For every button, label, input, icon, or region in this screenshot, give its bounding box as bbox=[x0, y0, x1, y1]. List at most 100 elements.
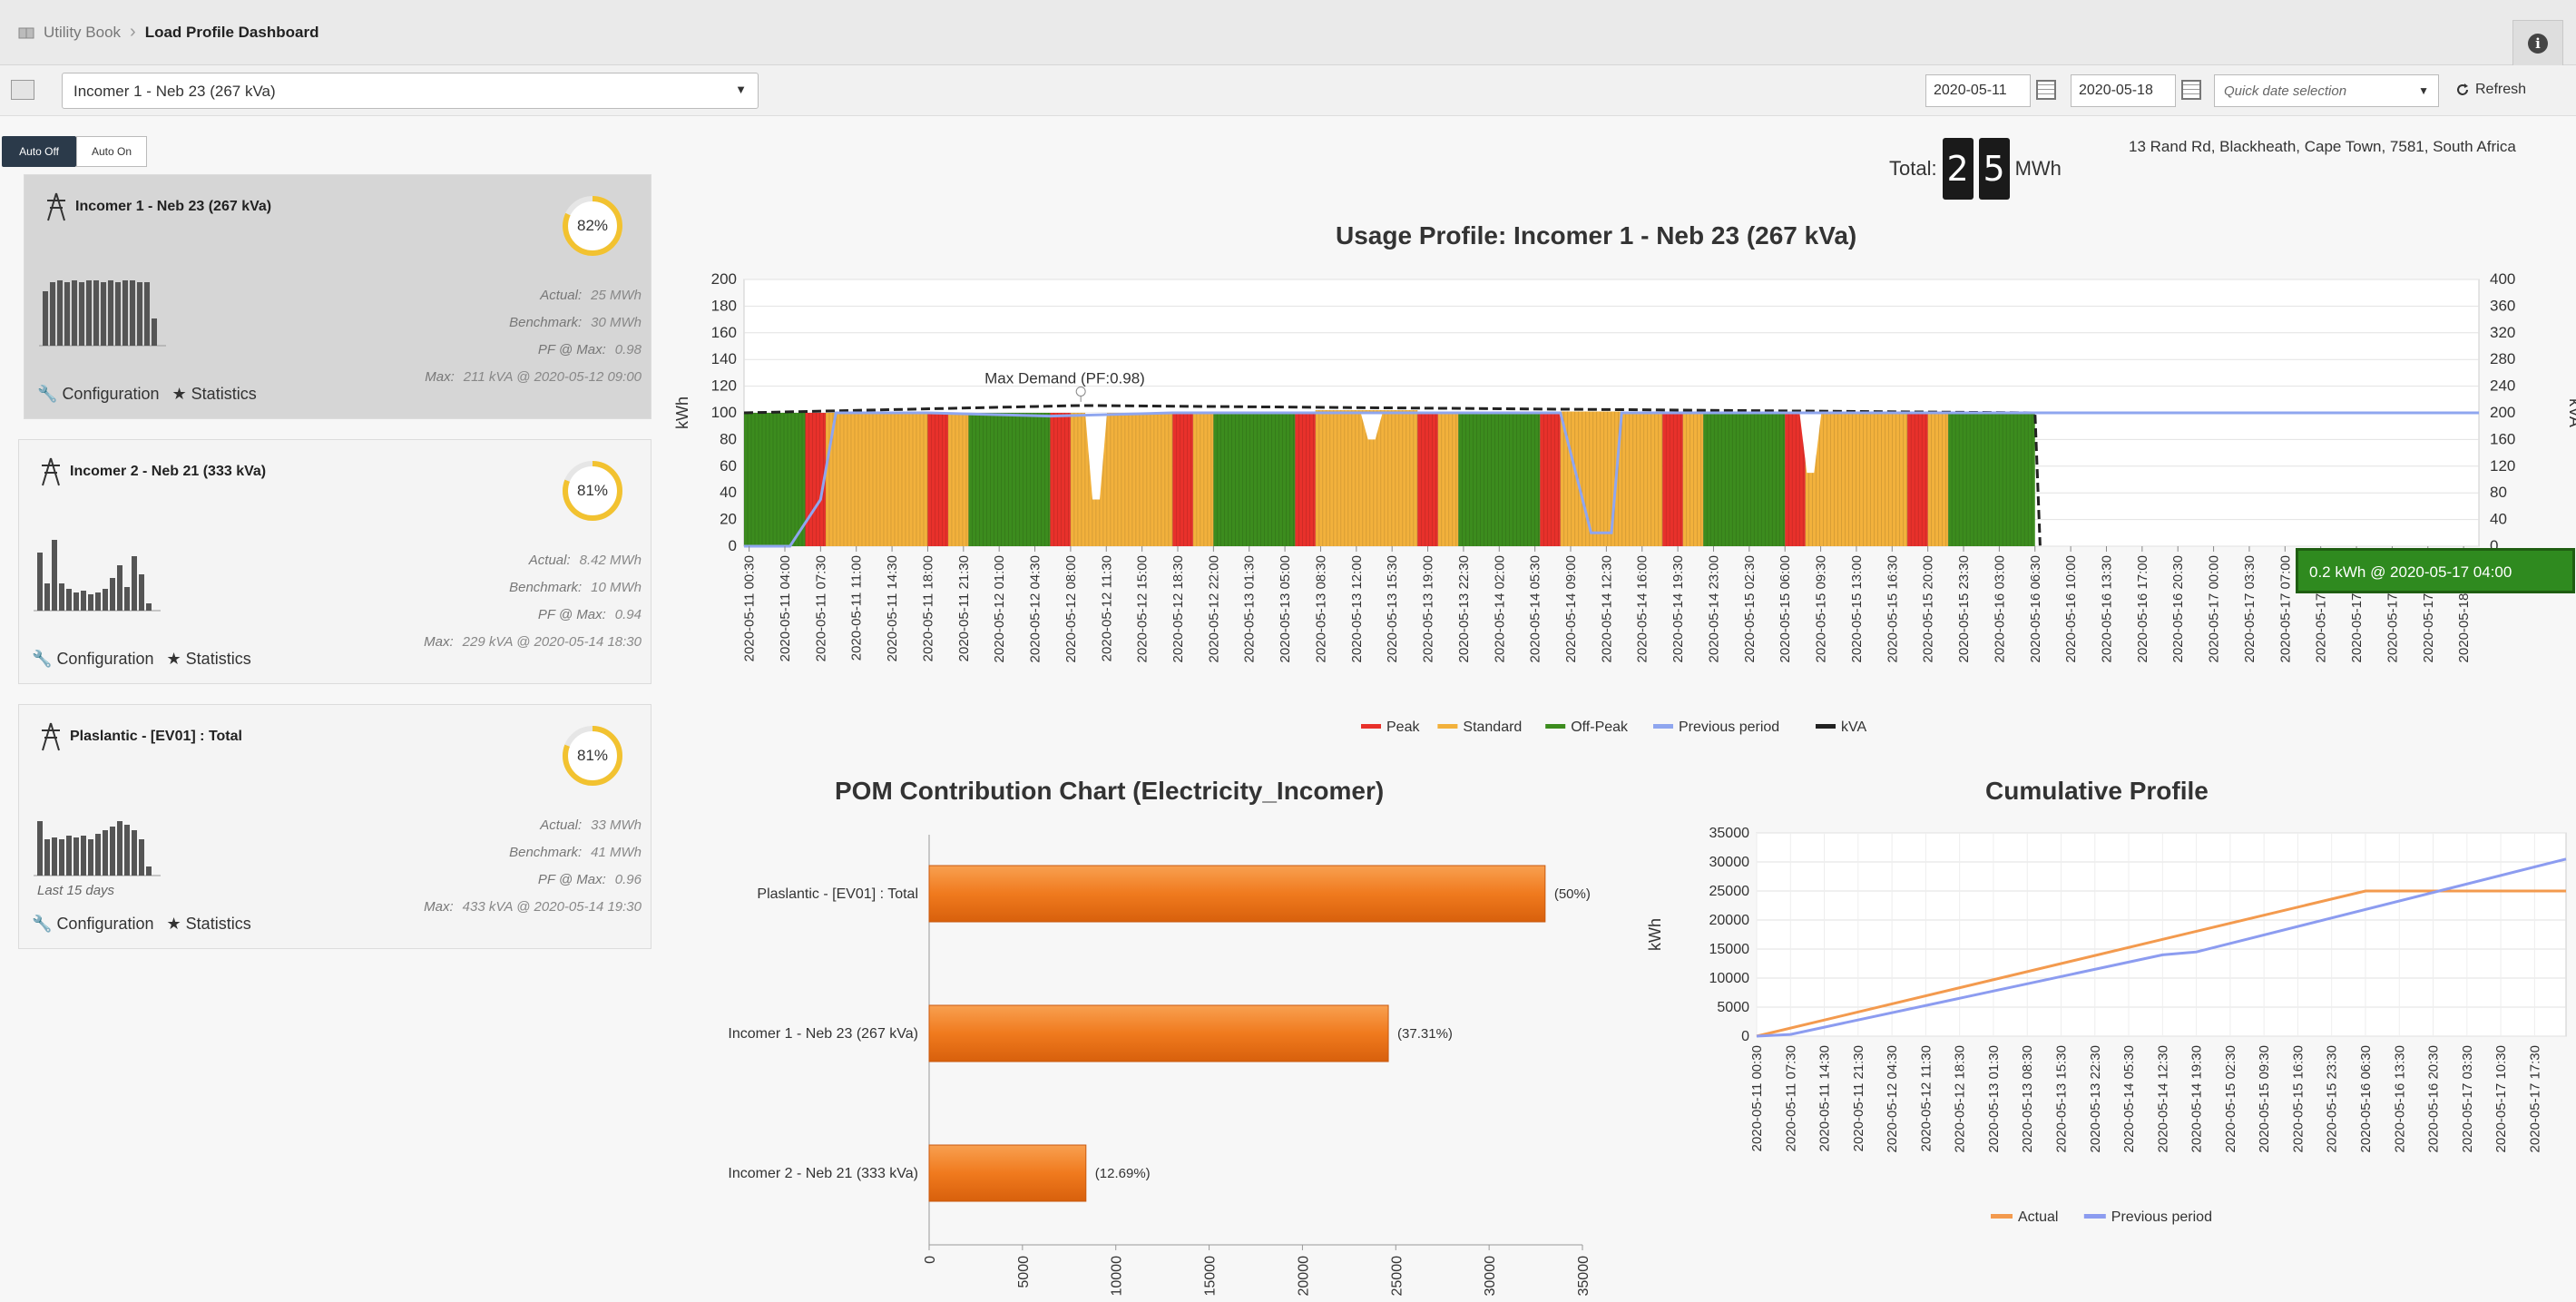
statistics-link[interactable]: ★ Statistics bbox=[167, 650, 251, 669]
y-tick-label: 60 bbox=[720, 457, 737, 475]
star-icon: ★ bbox=[166, 915, 181, 933]
meter-card-title[interactable]: Incomer 1 - Neb 23 (267 kVa) bbox=[75, 199, 271, 215]
tariff-segment-standard bbox=[1805, 413, 1908, 546]
meter-card-title[interactable]: Plaslantic - [EV01] : Total bbox=[70, 729, 242, 745]
cumulative-profile-chart[interactable]: 0 5000 10000 15000 20000 25000 30000 35000 kWh 20… bbox=[1639, 817, 2576, 1234]
tariff-segment-standard bbox=[825, 413, 928, 546]
auto-on-button[interactable]: Auto On bbox=[76, 136, 147, 167]
x-tick-label: 2020-05-15 09:30 bbox=[1814, 555, 1829, 662]
calendar-icon[interactable] bbox=[2181, 80, 2201, 100]
wrench-icon: 🔧 bbox=[32, 650, 53, 668]
pom-contribution-chart[interactable]: Plaslantic - [EV01] : Total (50%) Incomer … bbox=[635, 817, 1633, 1302]
card-links: 🔧 Configuration ★ Statistics bbox=[32, 650, 251, 669]
pom-bar[interactable] bbox=[928, 1004, 1389, 1062]
x-tick-label: 2020-05-14 05:30 bbox=[1528, 555, 1543, 662]
tariff-segment-off-peak bbox=[1213, 413, 1296, 546]
legend-label: Previous period bbox=[2111, 1209, 2212, 1225]
meter-card[interactable]: Plaslantic - [EV01] : Total 81% Last 15 … bbox=[18, 704, 651, 949]
calendar-icon[interactable] bbox=[2036, 80, 2056, 100]
sparkline bbox=[34, 540, 161, 612]
meter-card[interactable]: Incomer 2 - Neb 21 (333 kVa) 81% Actual:… bbox=[18, 439, 651, 684]
tariff-segment-standard bbox=[1437, 413, 1459, 546]
pylon-icon bbox=[47, 192, 65, 221]
legend-label: Peak bbox=[1386, 720, 1420, 735]
max-demand-annotation: Max Demand (PF:0.98) bbox=[984, 370, 1145, 387]
wrench-icon: 🔧 bbox=[37, 385, 58, 403]
annotation-marker bbox=[1075, 386, 1086, 396]
gauge-percent-label: 81% bbox=[576, 747, 609, 764]
y-tick-label: 5000 bbox=[1717, 1000, 1749, 1015]
usage-profile-chart[interactable]: 0204060801001201401601802000408012016020… bbox=[671, 263, 2576, 744]
x-tick-label: 2020-05-11 21:30 bbox=[956, 555, 972, 661]
quick-date-select[interactable]: Quick date selection ▼ bbox=[2214, 74, 2439, 107]
y-tick-label: 80 bbox=[720, 430, 737, 447]
x-tick-label: 2020-05-17 10:30 bbox=[2493, 1045, 2509, 1152]
configuration-link[interactable]: 🔧 Configuration bbox=[37, 385, 160, 404]
max-value: 433 kVA @ 2020-05-14 19:30 bbox=[462, 899, 642, 915]
breadcrumb-home[interactable]: Utility Book bbox=[44, 24, 121, 42]
legend-swatch bbox=[1437, 724, 1458, 729]
x-tick-label: 2020-05-11 00:30 bbox=[1749, 1045, 1765, 1151]
meter-select[interactable]: Incomer 1 - Neb 23 (267 kVa) ▼ bbox=[62, 73, 759, 109]
x-tick-label: 10000 bbox=[1110, 1256, 1125, 1297]
benchmark-label: Benchmark: bbox=[509, 845, 583, 860]
date-to-input[interactable]: 2020-05-18 bbox=[2071, 74, 2176, 107]
x-tick-label: 2020-05-14 19:30 bbox=[2189, 1045, 2205, 1152]
sparkline-bar bbox=[79, 282, 84, 346]
tariff-bar bbox=[805, 413, 826, 546]
sparkline-bar bbox=[88, 839, 93, 876]
sparkline-bar bbox=[115, 282, 121, 346]
tariff-bar bbox=[1458, 413, 1541, 546]
meter-stats: Actual: 25 MWh Benchmark: 30 MWh PF @ Max:… bbox=[425, 282, 642, 391]
x-tick-label: 2020-05-15 13:00 bbox=[1849, 555, 1865, 662]
y-tick-label: 100 bbox=[711, 404, 737, 421]
x-tick-label: 2020-05-13 22:30 bbox=[1456, 555, 1472, 662]
configuration-link[interactable]: 🔧 Configuration bbox=[32, 650, 154, 669]
tariff-bar bbox=[1295, 413, 1316, 546]
meter-card[interactable]: Incomer 1 - Neb 23 (267 kVa) 82% Actual:… bbox=[24, 174, 651, 419]
date-from-input[interactable]: 2020-05-11 bbox=[1925, 74, 2031, 107]
x-tick-label: 2020-05-15 09:30 bbox=[2257, 1045, 2272, 1152]
max-label: Max: bbox=[424, 899, 454, 915]
sparkline-bar bbox=[59, 839, 64, 876]
sparkline-bar bbox=[81, 591, 86, 611]
x-tick-label: 2020-05-12 04:30 bbox=[1028, 555, 1043, 662]
x-tick-label: 2020-05-17 17:30 bbox=[2527, 1045, 2542, 1152]
pylon-icon bbox=[42, 722, 60, 751]
tariff-bar bbox=[1050, 413, 1071, 546]
tariff-bar bbox=[1213, 413, 1296, 546]
actual-value: 25 MWh bbox=[591, 288, 642, 303]
info-button[interactable]: i bbox=[2512, 20, 2563, 65]
max-value: 229 kVA @ 2020-05-14 18:30 bbox=[462, 634, 642, 650]
y2-tick-label: 400 bbox=[2490, 270, 2515, 288]
x-tick-label: 2020-05-15 20:00 bbox=[1921, 555, 1936, 662]
y-axis-label: kWh bbox=[673, 396, 691, 429]
pf-value: 0.98 bbox=[614, 342, 642, 357]
period-label: Last 15 days bbox=[37, 883, 115, 898]
meter-card-title[interactable]: Incomer 2 - Neb 21 (333 kVa) bbox=[70, 464, 266, 480]
x-tick-label: 30000 bbox=[1483, 1256, 1498, 1297]
sparkline-bar bbox=[108, 280, 113, 346]
y-tick-label: 15000 bbox=[1709, 942, 1750, 957]
actual-value: 33 MWh bbox=[591, 817, 642, 833]
x-tick-label: 2020-05-14 02:00 bbox=[1492, 555, 1507, 662]
pom-bar[interactable] bbox=[928, 1144, 1087, 1202]
tariff-segment-off-peak bbox=[1947, 413, 2035, 546]
x-tick-label: 2020-05-14 19:30 bbox=[1670, 555, 1686, 662]
pom-bar[interactable] bbox=[928, 865, 1546, 923]
tariff-bar bbox=[947, 413, 969, 546]
sparkline-bar bbox=[124, 587, 130, 611]
configuration-link[interactable]: 🔧 Configuration bbox=[32, 915, 154, 934]
tariff-bar bbox=[1682, 413, 1704, 546]
y-tick-label: 25000 bbox=[1709, 884, 1750, 899]
meter-stats: Actual: 33 MWh Benchmark: 41 MWh PF @ Max:… bbox=[424, 812, 642, 921]
statistics-link[interactable]: ★ Statistics bbox=[167, 915, 251, 934]
max-label: Max: bbox=[424, 634, 454, 650]
refresh-button[interactable]: Refresh bbox=[2455, 82, 2526, 98]
auto-off-button[interactable]: Auto Off bbox=[2, 136, 76, 167]
breadcrumb-separator-icon: › bbox=[130, 22, 136, 42]
statistics-link[interactable]: ★ Statistics bbox=[172, 385, 257, 404]
chart-icon[interactable] bbox=[11, 80, 34, 100]
x-tick-label: 2020-05-15 02:30 bbox=[2223, 1045, 2238, 1152]
x-tick-label: 2020-05-11 00:30 bbox=[742, 555, 758, 661]
